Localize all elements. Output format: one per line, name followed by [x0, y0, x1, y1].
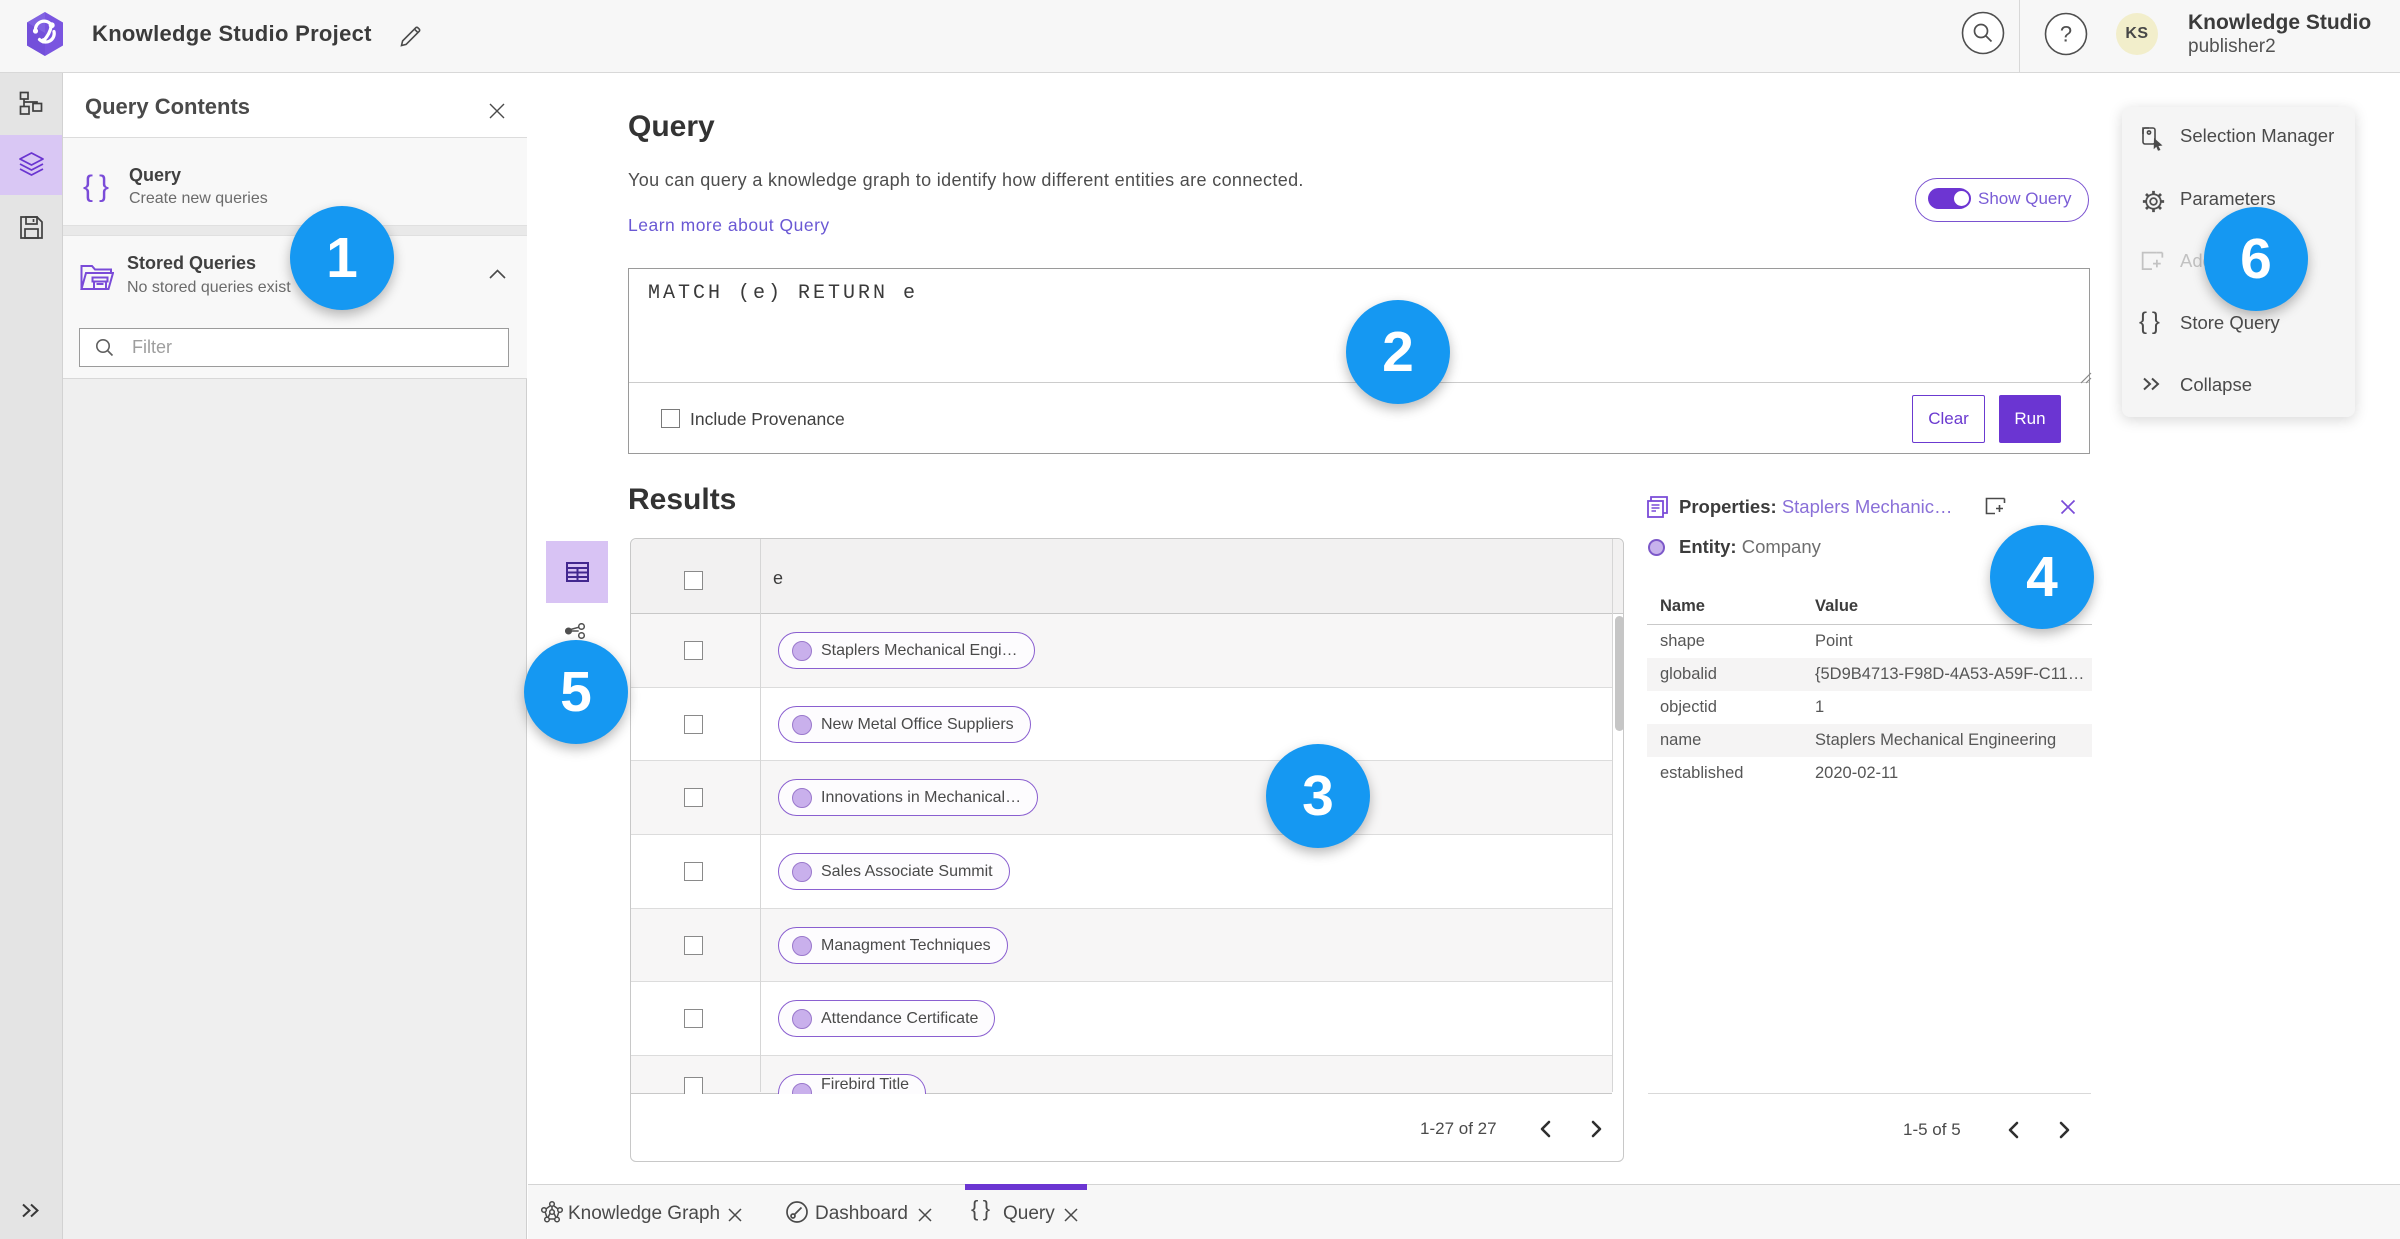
- svg-text:?: ?: [2060, 22, 2072, 47]
